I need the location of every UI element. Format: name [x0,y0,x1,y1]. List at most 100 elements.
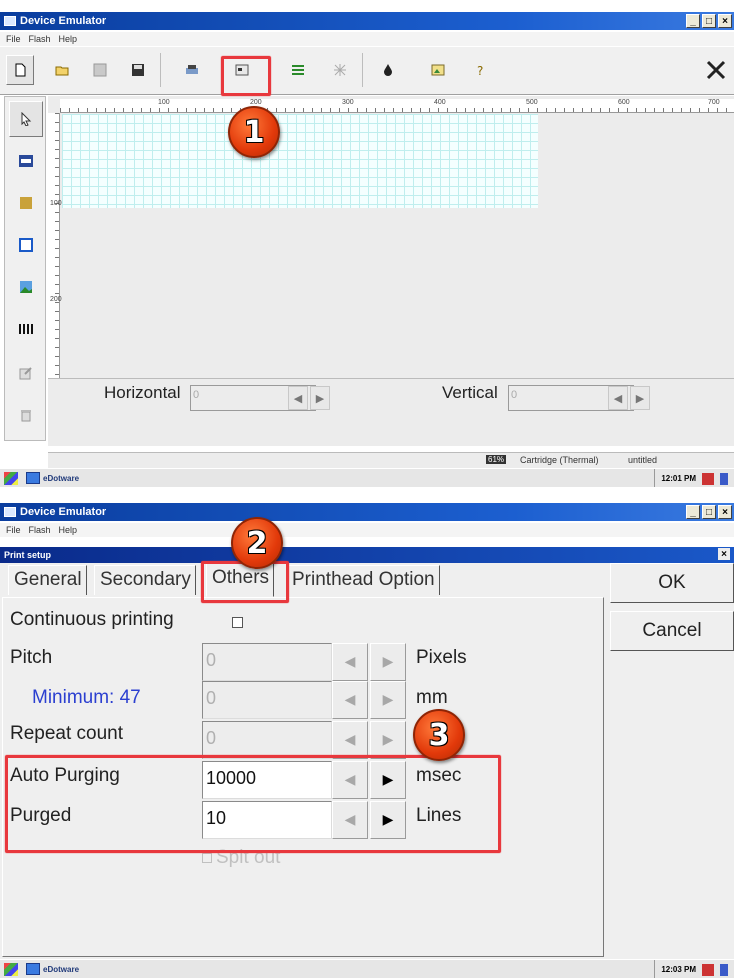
new-button[interactable] [6,55,34,85]
date-tool[interactable] [9,227,43,263]
ruler-label: 300 [342,99,354,106]
ruler-label: 600 [618,99,630,106]
ink-button[interactable] [374,55,402,85]
text-tool-icon [19,155,33,167]
repeat-count-input[interactable]: 0 [202,721,332,759]
window-controls: _ □ × [686,505,732,519]
ruler-label: 100 [158,99,170,106]
menu-help[interactable]: Help [59,34,78,44]
window-titlebar: Device Emulator _ □ × [0,503,734,521]
position-bar: Horizontal 0 ◀ ▶ Vertical 0 ◀ ▶ [48,378,734,428]
minimum-decrease-button[interactable]: ◀ [332,681,368,719]
taskbar-app-button[interactable]: eDotware [26,472,79,484]
step-badge-3: 3 [413,709,465,761]
counter-tool-icon [20,197,32,209]
start-icon[interactable] [4,962,18,976]
close-x-icon [706,60,726,80]
text-tool[interactable] [9,143,43,179]
repeat-decrease-button[interactable]: ◀ [332,721,368,759]
dialog-close-button[interactable]: × [718,548,730,560]
save-button[interactable] [124,55,152,85]
minimize-button[interactable]: _ [686,14,700,28]
pitch-decrease-button[interactable]: ◀ [332,643,368,681]
system-tray: 12:03 PM [654,960,734,978]
minimum-label: Minimum: 47 [32,687,141,708]
tab-general[interactable]: General [8,565,87,595]
clock: 12:03 PM [661,965,696,974]
tab-printhead-option[interactable]: Printhead Option [286,565,440,595]
printer-settings-button[interactable] [178,55,206,85]
menu-file[interactable]: File [6,525,21,535]
menu-help[interactable]: Help [59,525,78,535]
image-tool-icon [20,281,32,293]
app-icon [4,507,16,517]
start-icon[interactable] [4,471,18,485]
save-disabled-button[interactable] [86,55,114,85]
barcode-tool[interactable] [9,311,43,347]
vertical-left-arrow[interactable]: ◀ [608,386,628,410]
print-setup-screenshot: Device Emulator _ □ × File Flash Help Pr… [0,487,734,978]
svg-text:?: ? [477,64,483,77]
open-folder-icon [55,66,69,76]
ruler-label: 200 [250,99,262,106]
grid-button[interactable] [326,55,354,85]
grid-icon [334,64,346,76]
network-icon [702,963,714,976]
close-button[interactable]: × [718,505,732,519]
vertical-right-arrow[interactable]: ▶ [630,386,650,410]
minimize-button[interactable]: _ [686,505,700,519]
close-button[interactable]: × [718,14,732,28]
maximize-button[interactable]: □ [702,505,716,519]
window-titlebar: Device Emulator _ □ × [0,12,734,30]
spit-out-checkbox[interactable] [202,853,212,863]
status-bar: 61% Cartridge (Thermal) untitled [48,452,734,468]
pointer-tool[interactable] [9,101,43,137]
maximize-button[interactable]: □ [702,14,716,28]
ruler-label: 200 [50,296,62,303]
app-icon [4,16,16,26]
highlight-print-setup [221,56,271,96]
step-badge-2: 2 [231,517,283,569]
date-tool-icon [19,238,33,252]
open-button[interactable] [48,55,76,85]
counter-tool[interactable] [9,185,43,221]
taskbar-app-button[interactable]: eDotware [26,963,79,975]
minimum-input[interactable]: 0 [202,681,332,719]
lines-button[interactable] [284,55,312,85]
menu-flash[interactable]: Flash [29,34,51,44]
cancel-button[interactable]: Cancel [610,611,734,651]
delete-tool[interactable] [9,397,43,433]
ruler-label: 500 [526,99,538,106]
close-tool-button[interactable] [702,55,730,85]
minimum-unit: mm [416,687,448,708]
pitch-increase-button[interactable]: ▶ [370,643,406,681]
cartridge-status: Cartridge (Thermal) [520,455,599,465]
barcode-tool-icon [19,324,33,334]
minimum-increase-button[interactable]: ▶ [370,681,406,719]
pitch-input[interactable]: 0 [202,643,332,681]
horizontal-right-arrow[interactable]: ▶ [310,386,330,410]
image-edit-button[interactable] [424,55,452,85]
menu-bar: File Flash Help [0,32,734,46]
menu-flash[interactable]: Flash [29,525,51,535]
ruler-label: 400 [434,99,446,106]
menu-file[interactable]: File [6,34,21,44]
emulator-main-screenshot: Device Emulator _ □ × File Flash Help ? … [0,0,734,488]
edotware-icon [26,963,40,975]
repeat-increase-button[interactable]: ▶ [370,721,406,759]
repeat-count-label: Repeat count [10,723,124,744]
tool-palette [4,96,46,441]
tab-secondary[interactable]: Secondary [94,565,196,595]
taskbar: eDotware 12:03 PM [0,959,734,978]
vertical-ruler [48,113,60,378]
horizontal-left-arrow[interactable]: ◀ [288,386,308,410]
help-button[interactable]: ? [466,55,494,85]
taskbar-app-label: eDotware [43,473,80,483]
taskbar: eDotware 12:01 PM [0,468,734,488]
label-grid[interactable] [62,114,538,208]
image-tool[interactable] [9,269,43,305]
edit-tool[interactable] [9,355,43,391]
save-disabled-icon [93,63,107,77]
continuous-printing-checkbox[interactable] [232,617,243,628]
ok-button[interactable]: OK [610,563,734,603]
